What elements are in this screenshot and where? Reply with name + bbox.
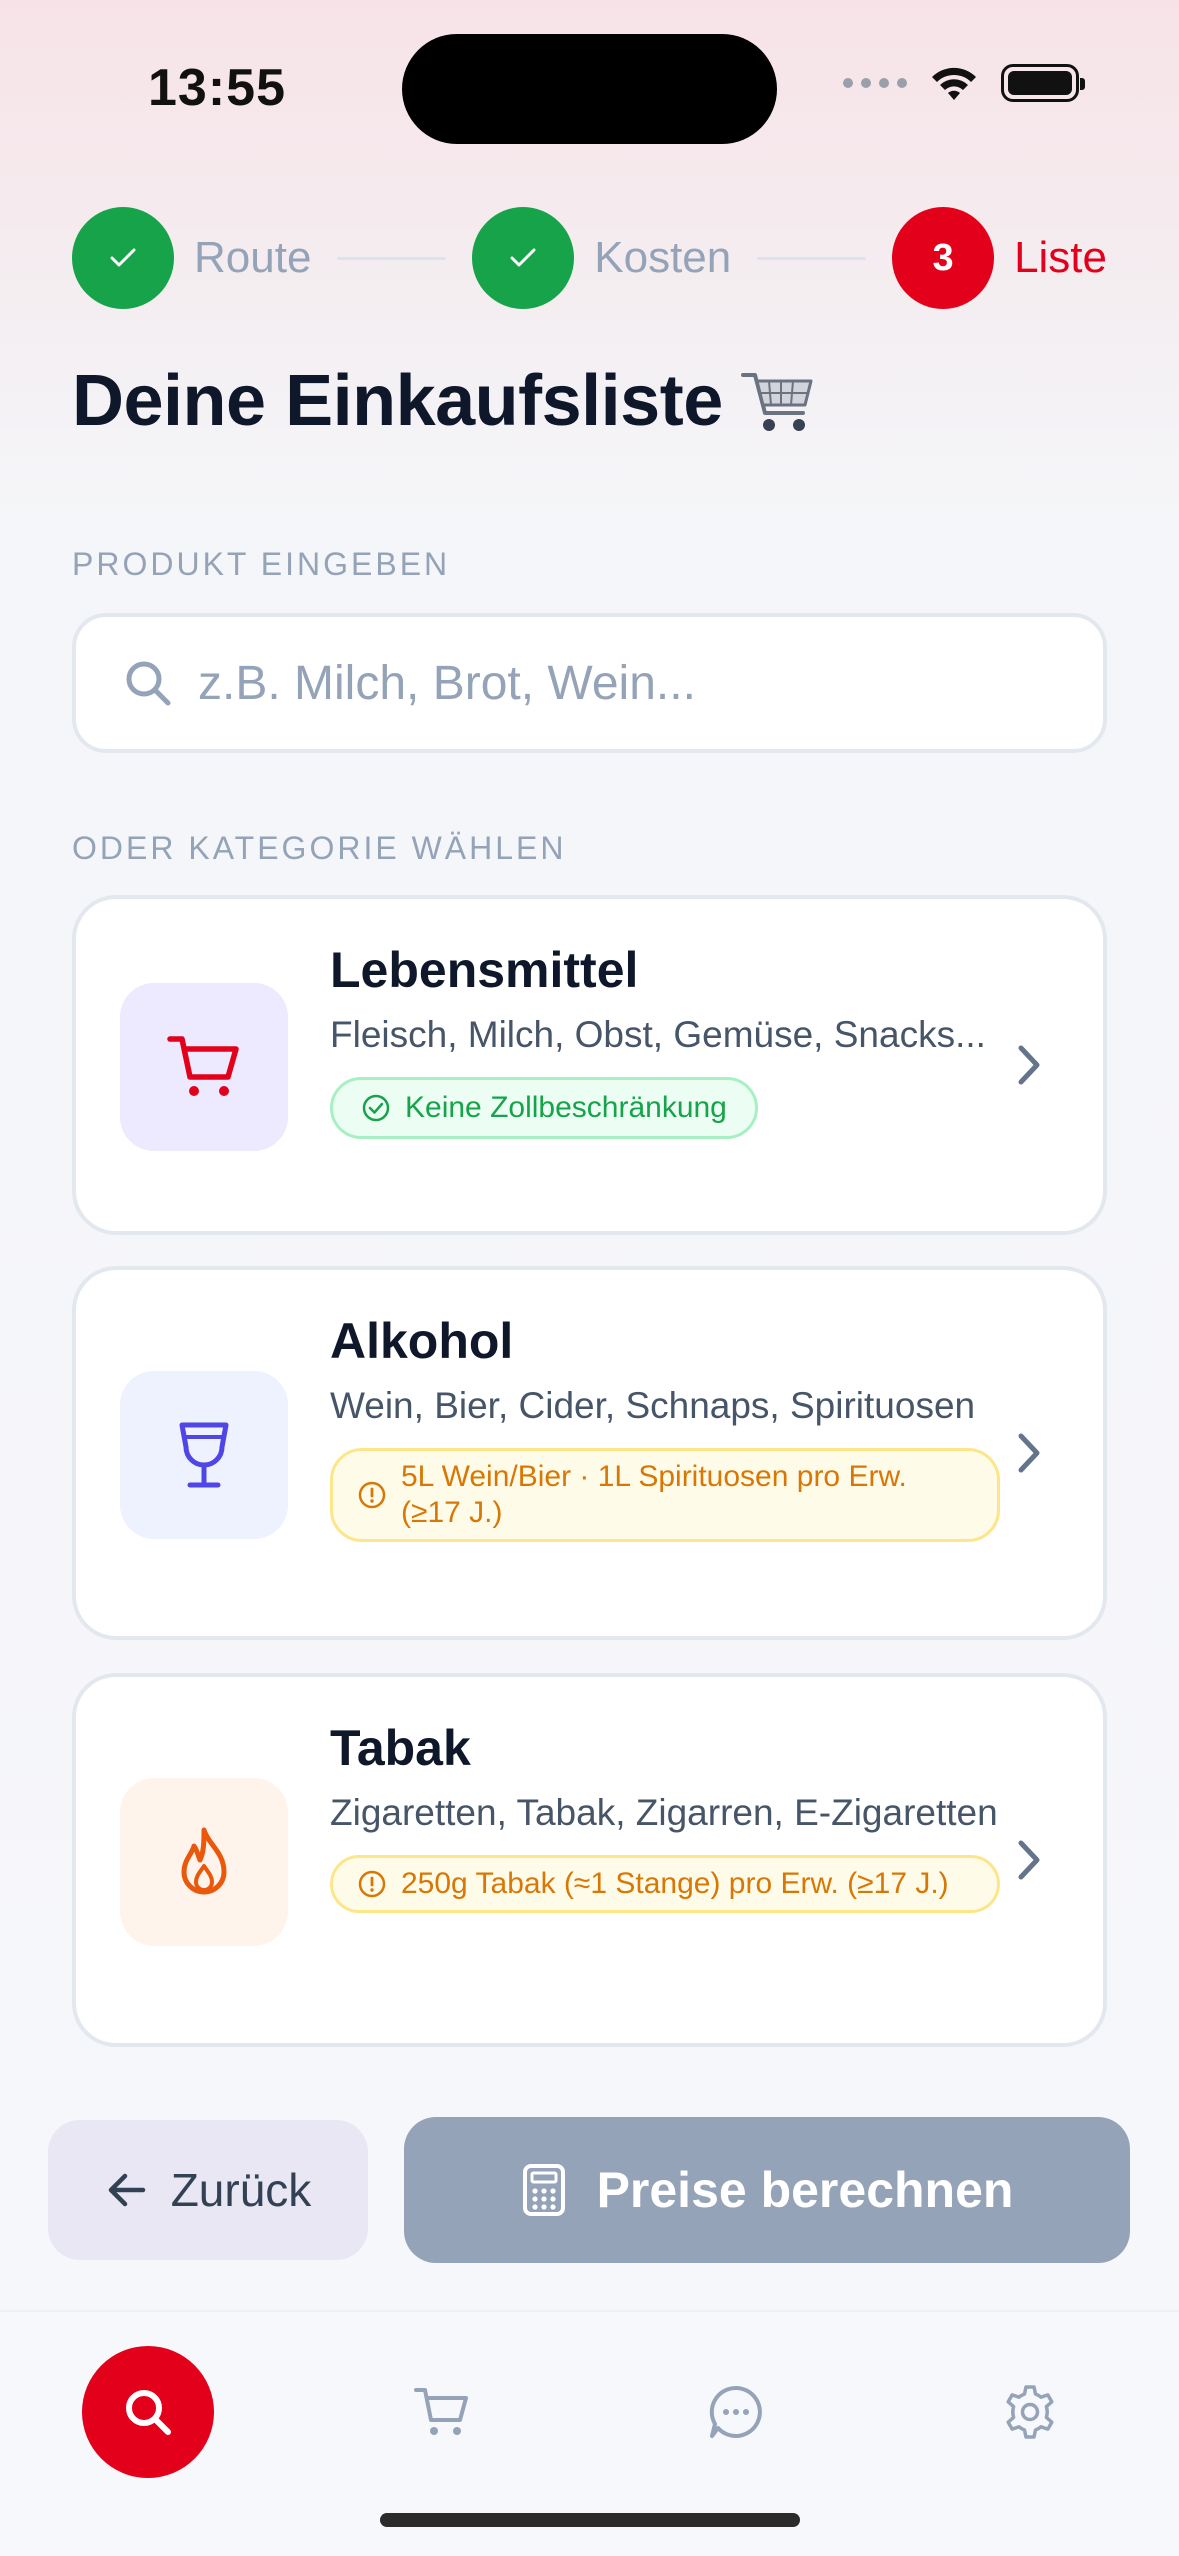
chat-icon [709,2385,762,2438]
tab-shopping-list[interactable] [376,2346,508,2478]
progress-stepper: Route Kosten 3 Liste [72,207,1107,309]
cart-icon [414,2388,468,2435]
arrow-left-icon [108,2173,145,2207]
page-title-text: Deine Einkaufsliste [72,361,723,441]
tab-chat[interactable] [670,2346,802,2478]
step-label: Kosten [594,233,732,282]
calculate-prices-button[interactable]: Preise berechnen [404,2117,1130,2263]
step-route[interactable]: Route [72,207,311,309]
category-section-label: ODER KATEGORIE WÄHLEN [72,830,567,866]
product-search-box[interactable] [72,613,1107,753]
shopping-cart-emoji-icon [740,373,813,431]
chevron-right-icon [1018,1045,1040,1085]
category-icon-box [120,983,288,1151]
tab-settings[interactable] [964,2346,1096,2478]
chevron-right-icon [1018,1433,1040,1473]
tab-search[interactable] [82,2346,214,2478]
step-label: Liste [1014,233,1108,282]
category-title: Lebensmittel [330,942,639,998]
category-card-body: Tabak Zigaretten, Tabak, Zigarren, E-Zig… [330,1719,1010,1913]
calculate-button-label: Preise berechnen [596,2162,1014,2218]
category-description: Wein, Bier, Cider, Schnaps, Spirituosen [330,1385,976,1426]
product-section-label: PRODUKT EINGEBEN [72,546,451,582]
step-connector [337,256,447,260]
gear-icon [1006,2385,1054,2439]
flame-icon [181,1827,227,1895]
back-button[interactable]: Zurück [48,2120,368,2260]
check-icon [72,207,174,309]
step-liste[interactable]: 3 Liste [892,207,1107,309]
step-connector [757,256,867,260]
category-card-tabak[interactable]: Tabak Zigaretten, Tabak, Zigarren, E-Zig… [72,1673,1107,2047]
search-icon [126,661,171,706]
category-title: Alkohol [330,1313,514,1369]
category-description: Zigaretten, Tabak, Zigarren, E-Zigarette… [330,1792,998,1833]
category-card-lebensmittel[interactable]: Lebensmittel Fleisch, Milch, Obst, Gemüs… [72,895,1107,1235]
cart-icon [167,1036,239,1096]
step-label: Route [194,233,312,282]
category-title: Tabak [330,1720,471,1776]
category-description: Fleisch, Milch, Obst, Gemüse, Snacks... [330,1014,986,1055]
signal-icon [843,78,907,88]
category-icon-box [120,1778,288,1946]
alert-circle-icon [358,1870,386,1898]
product-search-input[interactable] [198,655,998,711]
wifi-icon [932,67,976,100]
back-button-label: Zurück [170,2164,312,2216]
check-circle-icon [362,1094,390,1122]
wine-glass-icon [179,1422,229,1488]
battery-icon [1001,64,1085,102]
search-icon [126,2390,171,2435]
badge-text: Keine Zollbeschränkung [405,1091,727,1124]
category-card-alkohol[interactable]: Alkohol Wein, Bier, Cider, Schnaps, Spir… [72,1266,1107,1640]
status-icons [843,64,1085,102]
badge-text: 250g Tabak (≈1 Stange) pro Erw. (≥17 J.) [401,1867,949,1900]
step-kosten[interactable]: Kosten [472,207,731,309]
badge-text: 5L Wein/Bier · 1L Spirituosen pro Erw. (… [401,1460,907,1529]
customs-limit-badge: 5L Wein/Bier · 1L Spirituosen pro Erw. (… [330,1448,1000,1542]
check-icon [472,207,575,309]
calculator-icon [522,2164,565,2216]
customs-status-badge: Keine Zollbeschränkung [330,1077,758,1139]
chevron-right-icon [1018,1840,1040,1880]
alert-circle-icon [358,1481,386,1509]
status-bar: 13:55 [0,0,1179,175]
home-indicator [380,2513,800,2527]
status-time: 13:55 [148,59,286,117]
category-card-body: Alkohol Wein, Bier, Cider, Schnaps, Spir… [330,1312,1010,1542]
category-card-body: Lebensmittel Fleisch, Milch, Obst, Gemüs… [330,941,1010,1139]
customs-limit-badge: 250g Tabak (≈1 Stange) pro Erw. (≥17 J.) [330,1855,1000,1913]
page-title: Deine Einkaufsliste [72,360,817,442]
step-number: 3 [892,207,995,309]
dynamic-island [402,34,777,144]
category-icon-box [120,1371,288,1539]
